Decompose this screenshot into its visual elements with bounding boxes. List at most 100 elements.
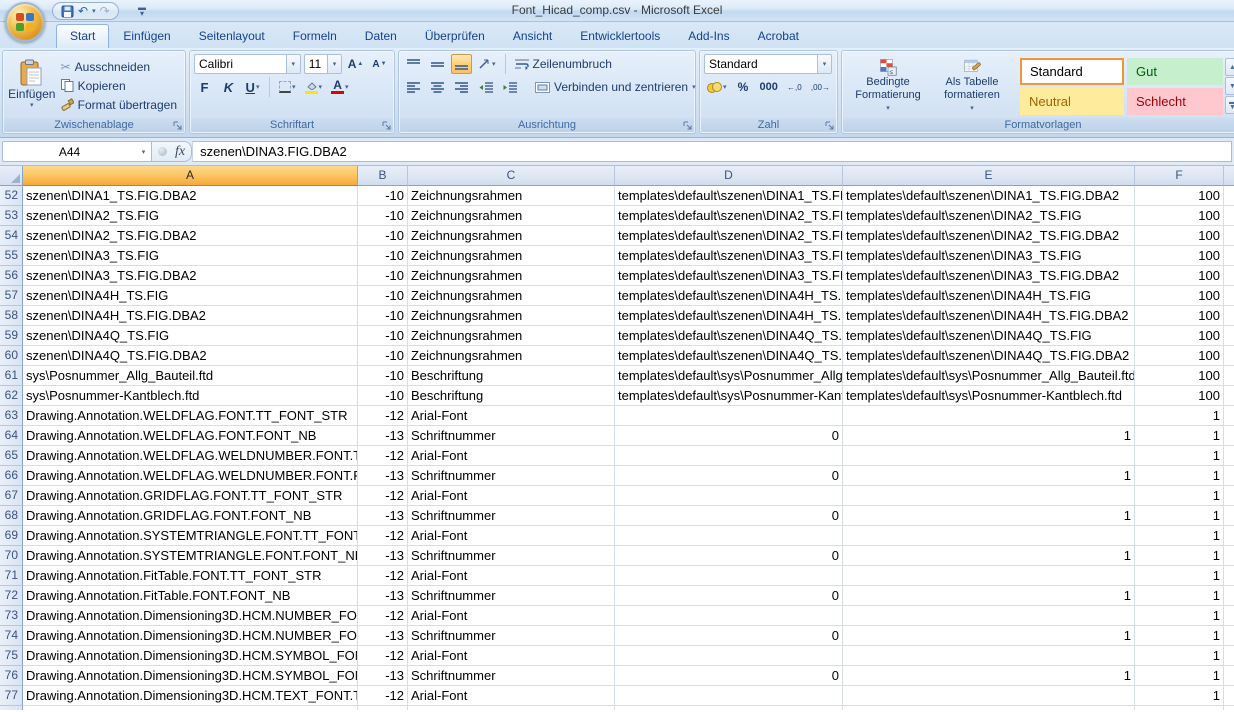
column-header-partial[interactable] <box>1224 166 1234 186</box>
cell-F53[interactable]: 100 <box>1135 206 1224 226</box>
cell-partial-64[interactable] <box>1224 426 1234 446</box>
row-header-54[interactable]: 54 <box>0 226 23 246</box>
cell-A69[interactable]: Drawing.Annotation.SYSTEMTRIANGLE.FONT.T… <box>23 526 358 546</box>
cell-D55[interactable]: templates\default\szenen\DINA3_TS.FIG <box>615 246 843 266</box>
cell-B54[interactable]: -10 <box>358 226 408 246</box>
formula-input[interactable]: szenen\DINA3.FIG.DBA2 <box>192 141 1232 162</box>
wrap-text-button[interactable]: Zeilenumbruch <box>512 54 615 74</box>
cell-partial-78[interactable] <box>1224 706 1234 710</box>
cell-D70[interactable]: 0 <box>615 546 843 566</box>
cell-A55[interactable]: szenen\DINA3_TS.FIG <box>23 246 358 266</box>
column-header-f[interactable]: F <box>1135 166 1224 186</box>
row-header-77[interactable]: 77 <box>0 686 23 706</box>
cell-A59[interactable]: szenen\DINA4Q_TS.FIG <box>23 326 358 346</box>
decrease-decimal-button[interactable]: ,00→ <box>808 77 833 97</box>
column-header-c[interactable]: C <box>408 166 615 186</box>
orientation-button[interactable]: ▾ <box>475 54 499 74</box>
row-header-56[interactable]: 56 <box>0 266 23 286</box>
align-bottom-button[interactable] <box>451 54 472 74</box>
cell-style-gut[interactable]: Gut <box>1127 58 1223 85</box>
cell-C76[interactable]: Schriftnummer <box>408 666 615 686</box>
cut-button[interactable]: ✂ Ausschneiden <box>57 57 181 76</box>
tab-start[interactable]: Start <box>56 24 109 48</box>
cell-partial-69[interactable] <box>1224 526 1234 546</box>
cell-A74[interactable]: Drawing.Annotation.Dimensioning3D.HCM.NU… <box>23 626 358 646</box>
cell-C66[interactable]: Schriftnummer <box>408 466 615 486</box>
increase-indent-button[interactable] <box>499 77 520 97</box>
cell-A52[interactable]: szenen\DINA1_TS.FIG.DBA2 <box>23 186 358 206</box>
cell-D63[interactable] <box>615 406 843 426</box>
cell-A64[interactable]: Drawing.Annotation.WELDFLAG.FONT.FONT_NB <box>23 426 358 446</box>
cell-B62[interactable]: -10 <box>358 386 408 406</box>
cell-D68[interactable]: 0 <box>615 506 843 526</box>
cell-B73[interactable]: -12 <box>358 606 408 626</box>
row-header-53[interactable]: 53 <box>0 206 23 226</box>
column-header-a[interactable]: A <box>23 166 358 186</box>
cell-F75[interactable]: 1 <box>1135 646 1224 666</box>
cell-E54[interactable]: templates\default\szenen\DINA2_TS.FIG.DB… <box>843 226 1135 246</box>
format-painter-button[interactable]: Format übertragen <box>57 95 181 114</box>
format-as-table-button[interactable]: Als Tabelle formatieren ▾ <box>930 54 1014 116</box>
row-header-72[interactable]: 72 <box>0 586 23 606</box>
cell-C67[interactable]: Arial-Font <box>408 486 615 506</box>
tab-entwicklertools[interactable]: Entwicklertools <box>566 24 674 48</box>
column-header-b[interactable]: B <box>358 166 408 186</box>
row-header-66[interactable]: 66 <box>0 466 23 486</box>
row-header-67[interactable]: 67 <box>0 486 23 506</box>
cell-B77[interactable]: -12 <box>358 686 408 706</box>
cell-E73[interactable] <box>843 606 1135 626</box>
align-middle-button[interactable] <box>427 54 448 74</box>
fill-color-button[interactable]: ▾ <box>302 77 326 97</box>
gallery-scroll-up-icon[interactable]: ▲ <box>1225 58 1234 76</box>
cell-B55[interactable]: -10 <box>358 246 408 266</box>
cell-C71[interactable]: Arial-Font <box>408 566 615 586</box>
name-box[interactable]: A44 ▾ <box>2 141 152 162</box>
cell-F63[interactable]: 1 <box>1135 406 1224 426</box>
cell-A62[interactable]: sys\Posnummer-Kantblech.ftd <box>23 386 358 406</box>
accounting-format-button[interactable]: ▾ <box>704 77 730 97</box>
cell-partial-57[interactable] <box>1224 286 1234 306</box>
cell-D64[interactable]: 0 <box>615 426 843 446</box>
row-header-65[interactable]: 65 <box>0 446 23 466</box>
cell-B78[interactable]: -13 <box>358 706 408 710</box>
number-dialog-launcher-icon[interactable] <box>824 120 835 131</box>
cell-A66[interactable]: Drawing.Annotation.WELDFLAG.WELDNUMBER.F… <box>23 466 358 486</box>
gallery-more-icon[interactable]: ▬▼ <box>1225 96 1234 114</box>
cell-F65[interactable]: 1 <box>1135 446 1224 466</box>
tab-acrobat[interactable]: Acrobat <box>744 24 813 48</box>
gallery-scroll-down-icon[interactable]: ▼ <box>1225 77 1234 95</box>
row-header-63[interactable]: 63 <box>0 406 23 426</box>
cell-C69[interactable]: Arial-Font <box>408 526 615 546</box>
cell-A65[interactable]: Drawing.Annotation.WELDFLAG.WELDNUMBER.F… <box>23 446 358 466</box>
cell-partial-65[interactable] <box>1224 446 1234 466</box>
cell-partial-72[interactable] <box>1224 586 1234 606</box>
shrink-font-button[interactable]: A▼ <box>369 54 390 74</box>
row-header-71[interactable]: 71 <box>0 566 23 586</box>
column-header-d[interactable]: D <box>615 166 843 186</box>
cell-F72[interactable]: 1 <box>1135 586 1224 606</box>
cell-partial-73[interactable] <box>1224 606 1234 626</box>
cell-B52[interactable]: -10 <box>358 186 408 206</box>
cell-D57[interactable]: templates\default\szenen\DINA4H_TS.FIG <box>615 286 843 306</box>
cell-E72[interactable]: 1 <box>843 586 1135 606</box>
cell-E64[interactable]: 1 <box>843 426 1135 446</box>
cell-partial-67[interactable] <box>1224 486 1234 506</box>
cell-F68[interactable]: 1 <box>1135 506 1224 526</box>
cell-D65[interactable] <box>615 446 843 466</box>
row-header-76[interactable]: 76 <box>0 666 23 686</box>
column-header-e[interactable]: E <box>843 166 1135 186</box>
cell-A78[interactable]: Drawing.Annotation.Dimensioning3D.HCM.TE… <box>23 706 358 710</box>
tab-seitenlayout[interactable]: Seitenlayout <box>185 24 279 48</box>
cell-C73[interactable]: Arial-Font <box>408 606 615 626</box>
decrease-indent-button[interactable] <box>475 77 496 97</box>
row-header-78[interactable]: 78 <box>0 706 23 710</box>
cell-E67[interactable] <box>843 486 1135 506</box>
cell-F71[interactable]: 1 <box>1135 566 1224 586</box>
cell-A56[interactable]: szenen\DINA3_TS.FIG.DBA2 <box>23 266 358 286</box>
cell-A75[interactable]: Drawing.Annotation.Dimensioning3D.HCM.SY… <box>23 646 358 666</box>
cell-partial-60[interactable] <box>1224 346 1234 366</box>
cell-D58[interactable]: templates\default\szenen\DINA4H_TS.FIG.D… <box>615 306 843 326</box>
cell-B60[interactable]: -10 <box>358 346 408 366</box>
cell-B69[interactable]: -12 <box>358 526 408 546</box>
cell-F64[interactable]: 1 <box>1135 426 1224 446</box>
